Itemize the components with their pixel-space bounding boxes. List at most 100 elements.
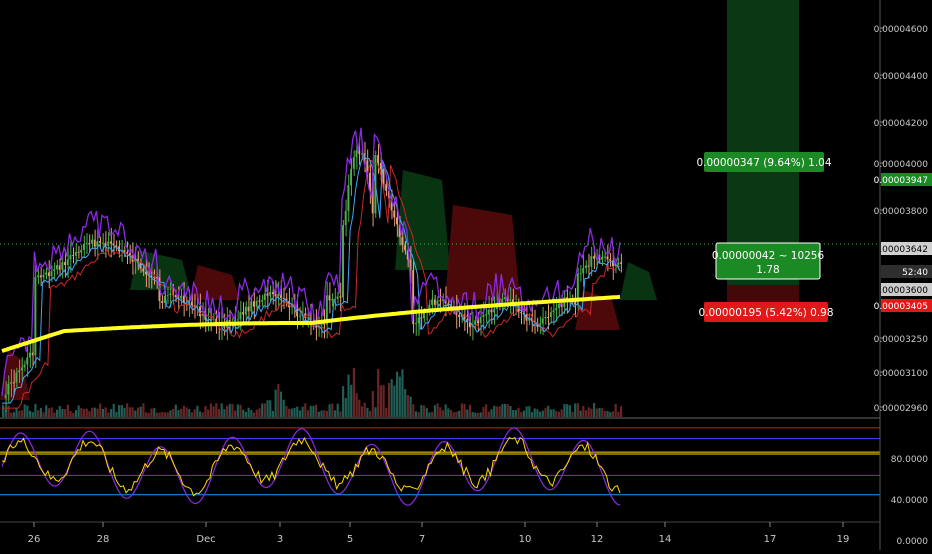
candle-body[interactable] <box>20 367 23 371</box>
candle-body[interactable] <box>433 299 436 305</box>
candle-body[interactable] <box>544 317 547 319</box>
candle-body[interactable] <box>26 357 29 365</box>
chart-container[interactable]: 0.00000347 (9.64%) 1.04 0.00000042 ~ 1025… <box>0 0 932 550</box>
candle-body[interactable] <box>344 210 347 226</box>
candle-body[interactable] <box>7 383 10 395</box>
candle-body[interactable] <box>53 269 56 272</box>
candle-body[interactable] <box>350 168 353 186</box>
candle-body[interactable] <box>541 318 544 324</box>
candle-body[interactable] <box>493 308 496 313</box>
candle-body[interactable] <box>479 317 482 324</box>
candle-body[interactable] <box>50 271 53 277</box>
candle-body[interactable] <box>126 252 129 254</box>
candle-body[interactable] <box>266 293 269 296</box>
candle-body[interactable] <box>274 294 277 297</box>
candle-body[interactable] <box>61 262 64 270</box>
price-chart[interactable]: 0.00000347 (9.64%) 1.04 0.00000042 ~ 1025… <box>0 0 932 550</box>
candle-body[interactable] <box>474 320 477 325</box>
candle-body[interactable] <box>579 273 582 275</box>
candle-body[interactable] <box>47 272 50 277</box>
candle-body[interactable] <box>620 262 622 264</box>
candle-body[interactable] <box>190 301 193 306</box>
candle-body[interactable] <box>239 312 242 320</box>
candle-body[interactable] <box>420 317 423 319</box>
candle-body[interactable] <box>72 255 75 257</box>
candle-body[interactable] <box>85 243 88 245</box>
candle-body[interactable] <box>269 292 272 296</box>
candle-body[interactable] <box>422 312 425 319</box>
candle-body[interactable] <box>298 315 301 317</box>
candle-body[interactable] <box>255 300 258 307</box>
candle-body[interactable] <box>336 296 339 299</box>
candle-body[interactable] <box>261 300 263 302</box>
candle-body[interactable] <box>282 297 285 299</box>
candle-body[interactable] <box>271 292 274 295</box>
candle-body[interactable] <box>23 364 26 368</box>
candle-body[interactable] <box>590 256 593 267</box>
candle-body[interactable] <box>385 184 388 192</box>
candle-body[interactable] <box>582 268 585 274</box>
candle-body[interactable] <box>333 298 336 300</box>
candle-body[interactable] <box>463 314 466 320</box>
candle-body[interactable] <box>277 294 280 297</box>
candle-body[interactable] <box>242 312 245 315</box>
candle-body[interactable] <box>439 300 442 302</box>
candle-body[interactable] <box>42 274 45 278</box>
candle-body[interactable] <box>487 309 490 315</box>
candle-body[interactable] <box>66 259 69 265</box>
candle-body[interactable] <box>377 155 380 163</box>
candle-body[interactable] <box>74 251 77 256</box>
candle-body[interactable] <box>182 295 185 303</box>
candle-body[interactable] <box>401 237 404 246</box>
candle-body[interactable] <box>101 242 104 244</box>
candle-body[interactable] <box>331 299 334 301</box>
candle-body[interactable] <box>520 312 523 314</box>
candle-body[interactable] <box>34 277 37 356</box>
candle-body[interactable] <box>31 352 34 356</box>
candle-body[interactable] <box>4 394 7 399</box>
candle-body[interactable] <box>18 370 21 373</box>
candle-body[interactable] <box>39 275 42 278</box>
candle-body[interactable] <box>555 308 558 311</box>
candle-body[interactable] <box>161 300 164 303</box>
candle-body[interactable] <box>396 217 398 225</box>
candle-body[interactable] <box>58 265 61 270</box>
candle-body[interactable] <box>458 315 460 317</box>
candle-body[interactable] <box>37 275 39 278</box>
candle-body[interactable] <box>431 299 433 305</box>
candle-body[interactable] <box>339 296 342 298</box>
candle-body[interactable] <box>584 265 587 269</box>
candle-body[interactable] <box>393 210 396 218</box>
candle-body[interactable] <box>355 150 358 158</box>
candle-body[interactable] <box>347 185 350 211</box>
candle-body[interactable] <box>606 256 609 260</box>
candle-body[interactable] <box>99 241 102 244</box>
candle-body[interactable] <box>166 295 169 297</box>
candle-body[interactable] <box>64 262 66 265</box>
candle-body[interactable] <box>45 272 48 275</box>
candle-body[interactable] <box>77 251 80 253</box>
target-zone[interactable] <box>727 0 799 285</box>
candle-body[interactable] <box>617 262 620 265</box>
candle-body[interactable] <box>263 293 266 301</box>
candle-body[interactable] <box>414 323 417 325</box>
candle-body[interactable] <box>12 382 15 384</box>
candle-body[interactable] <box>236 319 239 321</box>
candle-body[interactable] <box>603 256 606 258</box>
candle-body[interactable] <box>247 306 250 312</box>
candle-body[interactable] <box>328 295 331 301</box>
candle-body[interactable] <box>609 259 612 261</box>
candle-body[interactable] <box>252 301 255 307</box>
candle-body[interactable] <box>258 300 261 302</box>
candle-body[interactable] <box>250 301 253 312</box>
candle-body[interactable] <box>547 317 550 319</box>
candle-body[interactable] <box>93 239 96 247</box>
candle-body[interactable] <box>244 306 247 315</box>
candle-body[interactable] <box>552 310 555 313</box>
candle-body[interactable] <box>91 239 93 244</box>
candle-body[interactable] <box>69 255 72 260</box>
candle-body[interactable] <box>436 300 439 305</box>
candle-body[interactable] <box>417 317 420 324</box>
candle-body[interactable] <box>379 162 382 170</box>
candle-body[interactable] <box>601 256 603 260</box>
